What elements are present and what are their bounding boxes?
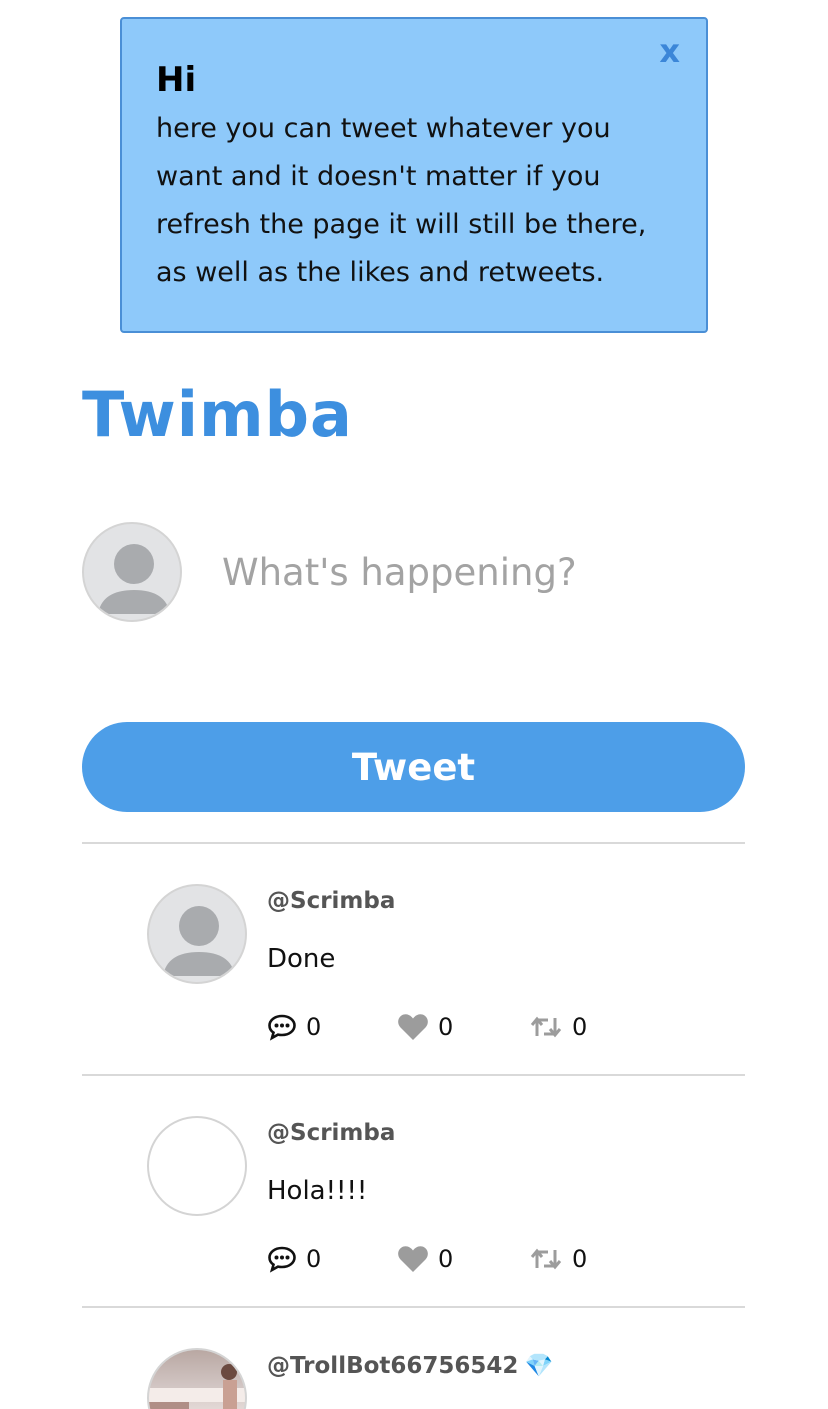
tweet-input[interactable] <box>222 540 742 604</box>
retweet-count: 0 <box>572 1013 588 1041</box>
notice-body: here you can tweet whatever you want and… <box>156 113 647 288</box>
retweet-button[interactable]: 0 <box>529 1012 587 1042</box>
tweet-handle[interactable]: @TrollBot66756542 💎 <box>267 1352 553 1379</box>
like-count: 0 <box>438 1245 454 1273</box>
comment-dots-icon <box>268 1246 296 1273</box>
tweet-text: Done <box>267 944 336 974</box>
divider <box>82 842 745 844</box>
tweet-avatar <box>147 884 247 984</box>
app-title: Twimba <box>82 378 353 451</box>
tweet-handle[interactable]: @Scrimba <box>267 888 395 914</box>
like-button[interactable]: 0 <box>397 1244 453 1274</box>
tweet-text: Hola!!!! <box>267 1176 368 1206</box>
like-count: 0 <box>438 1013 454 1041</box>
retweet-button[interactable]: 0 <box>529 1244 587 1274</box>
verified-badge-icon: 💎 <box>524 1353 554 1379</box>
comment-dots-icon <box>268 1014 296 1041</box>
divider <box>82 1074 745 1076</box>
handle-text: @Scrimba <box>267 1120 396 1146</box>
reply-button[interactable]: 0 <box>267 1012 321 1042</box>
heart-icon <box>398 1014 428 1040</box>
user-avatar <box>82 522 182 622</box>
reply-count: 0 <box>306 1013 322 1041</box>
handle-text: @Scrimba <box>267 888 396 914</box>
reply-count: 0 <box>306 1245 322 1273</box>
tweet-handle[interactable]: @Scrimba <box>267 1120 395 1146</box>
notice-title: Hi <box>156 60 197 100</box>
tweet-avatar <box>147 1116 247 1216</box>
tweet-button[interactable]: Tweet <box>82 722 745 812</box>
close-notice-button[interactable]: x <box>659 35 680 67</box>
profile-photo-icon <box>149 1364 245 1409</box>
tweet-avatar <box>147 1348 247 1409</box>
welcome-notice: x Hi here you can tweet whatever you wan… <box>120 17 708 333</box>
default-user-icon <box>163 906 235 976</box>
default-user-icon <box>98 544 170 614</box>
retweet-icon <box>530 1248 562 1270</box>
reply-button[interactable]: 0 <box>267 1244 321 1274</box>
retweet-icon <box>530 1016 562 1038</box>
retweet-count: 0 <box>572 1245 588 1273</box>
handle-text: @TrollBot66756542 <box>267 1353 519 1379</box>
heart-icon <box>398 1246 428 1272</box>
divider <box>82 1306 745 1308</box>
like-button[interactable]: 0 <box>397 1012 453 1042</box>
